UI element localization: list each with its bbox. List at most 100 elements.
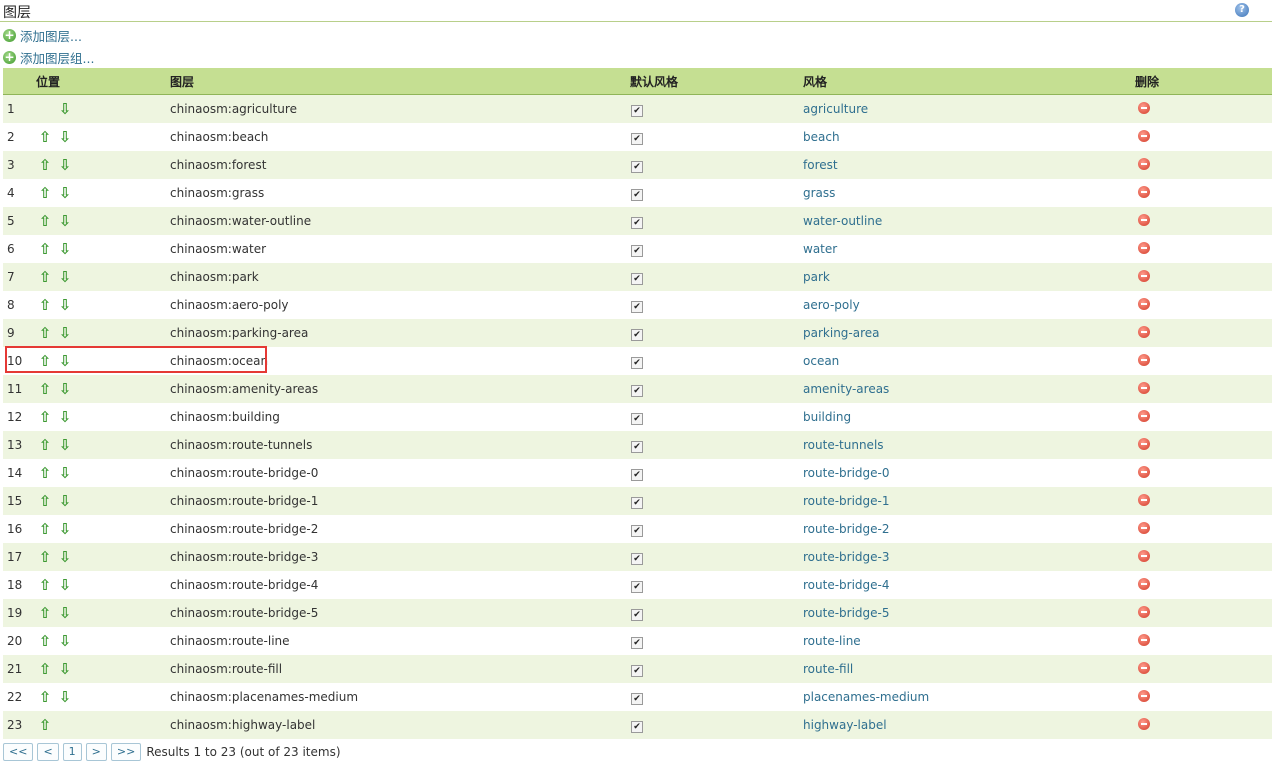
move-up-icon[interactable]: ⇧: [35, 716, 55, 734]
move-up-icon[interactable]: ⇧: [35, 268, 55, 286]
delete-icon[interactable]: [1138, 717, 1150, 730]
default-style-checkbox[interactable]: ✔: [631, 636, 643, 649]
style-link[interactable]: ocean: [803, 354, 839, 368]
style-link[interactable]: route-bridge-1: [803, 494, 890, 508]
default-style-checkbox[interactable]: ✔: [631, 356, 643, 369]
style-link[interactable]: route-bridge-4: [803, 578, 890, 592]
default-style-checkbox[interactable]: ✔: [631, 552, 643, 565]
move-up-icon[interactable]: ⇧: [35, 408, 55, 426]
style-link[interactable]: route-fill: [803, 662, 853, 676]
move-down-icon[interactable]: ⇩: [55, 268, 75, 286]
style-link[interactable]: highway-label: [803, 718, 887, 732]
delete-icon[interactable]: [1138, 689, 1150, 702]
move-down-icon[interactable]: ⇩: [55, 660, 75, 678]
default-style-checkbox[interactable]: ✔: [631, 272, 643, 285]
move-down-icon[interactable]: ⇩: [55, 324, 75, 342]
move-down-icon[interactable]: ⇩: [55, 156, 75, 174]
style-link[interactable]: water-outline: [803, 214, 882, 228]
delete-icon[interactable]: [1138, 493, 1150, 506]
move-up-icon[interactable]: ⇧: [35, 436, 55, 454]
move-up-icon[interactable]: ⇧: [35, 128, 55, 146]
move-down-icon[interactable]: ⇩: [55, 548, 75, 566]
delete-icon[interactable]: [1138, 101, 1150, 114]
move-up-icon[interactable]: ⇧: [35, 212, 55, 230]
default-style-checkbox[interactable]: ✔: [631, 468, 643, 481]
delete-icon[interactable]: [1138, 549, 1150, 562]
style-link[interactable]: forest: [803, 158, 838, 172]
move-up-icon[interactable]: ⇧: [35, 156, 55, 174]
first-page-button[interactable]: <<: [3, 743, 34, 761]
add-layer-group-link[interactable]: + 添加图层组...: [3, 49, 94, 66]
move-up-icon[interactable]: ⇧: [35, 576, 55, 594]
delete-icon[interactable]: [1138, 241, 1150, 254]
delete-icon[interactable]: [1138, 325, 1150, 338]
delete-icon[interactable]: [1138, 521, 1150, 534]
default-style-checkbox[interactable]: ✔: [631, 216, 643, 229]
default-style-checkbox[interactable]: ✔: [631, 300, 643, 313]
move-up-icon[interactable]: ⇧: [35, 296, 55, 314]
move-down-icon[interactable]: ⇩: [55, 688, 75, 706]
default-style-checkbox[interactable]: ✔: [631, 412, 643, 425]
style-link[interactable]: aero-poly: [803, 298, 860, 312]
delete-icon[interactable]: [1138, 409, 1150, 422]
move-up-icon[interactable]: ⇧: [35, 632, 55, 650]
style-link[interactable]: water: [803, 242, 837, 256]
move-up-icon[interactable]: ⇧: [35, 352, 55, 370]
default-style-checkbox[interactable]: ✔: [631, 328, 643, 341]
add-layer-link[interactable]: + 添加图层...: [3, 26, 82, 45]
move-up-icon[interactable]: ⇧: [35, 604, 55, 622]
default-style-checkbox[interactable]: ✔: [631, 384, 643, 397]
move-up-icon[interactable]: ⇧: [35, 492, 55, 510]
default-style-checkbox[interactable]: ✔: [631, 160, 643, 173]
move-down-icon[interactable]: ⇩: [55, 184, 75, 202]
style-link[interactable]: route-bridge-2: [803, 522, 890, 536]
move-down-icon[interactable]: ⇩: [55, 520, 75, 538]
style-link[interactable]: beach: [803, 130, 840, 144]
style-link[interactable]: building: [803, 410, 851, 424]
delete-icon[interactable]: [1138, 633, 1150, 646]
default-style-checkbox[interactable]: ✔: [631, 580, 643, 593]
move-down-icon[interactable]: ⇩: [55, 436, 75, 454]
default-style-checkbox[interactable]: ✔: [631, 692, 643, 705]
delete-icon[interactable]: [1138, 381, 1150, 394]
move-down-icon[interactable]: ⇩: [55, 576, 75, 594]
move-down-icon[interactable]: ⇩: [55, 408, 75, 426]
delete-icon[interactable]: [1138, 577, 1150, 590]
move-down-icon[interactable]: ⇩: [55, 212, 75, 230]
delete-icon[interactable]: [1138, 605, 1150, 618]
help-icon[interactable]: ?: [1235, 3, 1249, 17]
delete-icon[interactable]: [1138, 661, 1150, 674]
style-link[interactable]: agriculture: [803, 102, 868, 116]
delete-icon[interactable]: [1138, 129, 1150, 142]
delete-icon[interactable]: [1138, 185, 1150, 198]
move-up-icon[interactable]: ⇧: [35, 240, 55, 258]
delete-icon[interactable]: [1138, 353, 1150, 366]
move-down-icon[interactable]: ⇩: [55, 492, 75, 510]
style-link[interactable]: grass: [803, 186, 835, 200]
move-down-icon[interactable]: ⇩: [55, 128, 75, 146]
next-page-button[interactable]: >: [85, 743, 107, 761]
default-style-checkbox[interactable]: ✔: [631, 104, 643, 117]
page-1-button[interactable]: 1: [62, 743, 82, 761]
default-style-checkbox[interactable]: ✔: [631, 496, 643, 509]
delete-icon[interactable]: [1138, 213, 1150, 226]
move-up-icon[interactable]: ⇧: [35, 380, 55, 398]
delete-icon[interactable]: [1138, 297, 1150, 310]
style-link[interactable]: parking-area: [803, 326, 880, 340]
move-down-icon[interactable]: ⇩: [55, 380, 75, 398]
move-up-icon[interactable]: ⇧: [35, 324, 55, 342]
move-up-icon[interactable]: ⇧: [35, 520, 55, 538]
default-style-checkbox[interactable]: ✔: [631, 440, 643, 453]
move-down-icon[interactable]: ⇩: [55, 464, 75, 482]
delete-icon[interactable]: [1138, 269, 1150, 282]
move-down-icon[interactable]: ⇩: [55, 604, 75, 622]
last-page-button[interactable]: >>: [110, 743, 142, 761]
add-layer-label[interactable]: 添加图层...: [20, 26, 82, 45]
style-link[interactable]: route-tunnels: [803, 438, 884, 452]
default-style-checkbox[interactable]: ✔: [631, 188, 643, 201]
move-down-icon[interactable]: ⇩: [55, 240, 75, 258]
default-style-checkbox[interactable]: ✔: [631, 664, 643, 677]
move-down-icon[interactable]: ⇩: [55, 632, 75, 650]
move-down-icon[interactable]: ⇩: [55, 352, 75, 370]
default-style-checkbox[interactable]: ✔: [631, 244, 643, 257]
